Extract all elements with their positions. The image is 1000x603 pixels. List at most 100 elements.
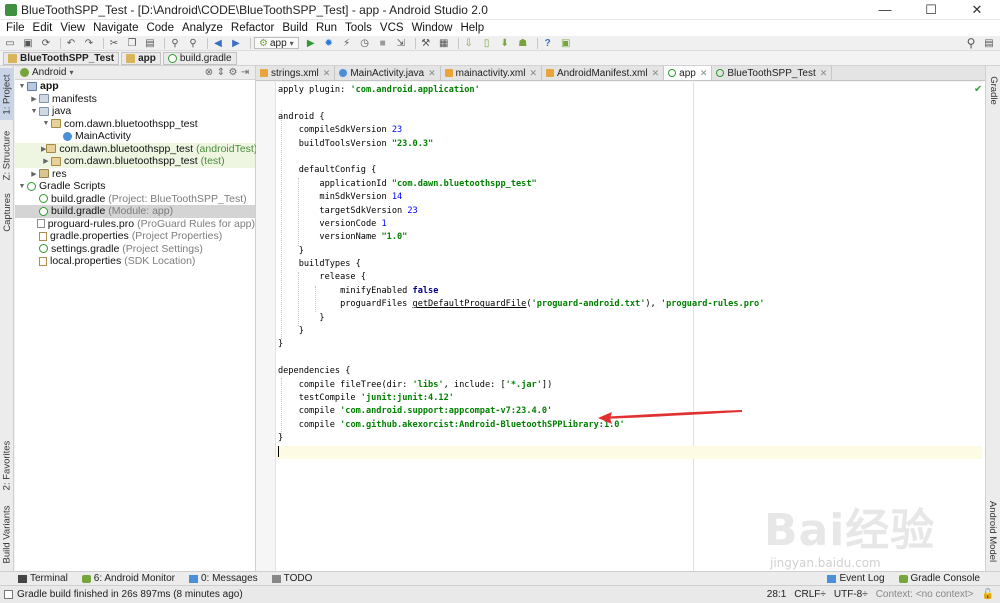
code-content[interactable]: apply plugin: 'com.android.application' … <box>276 84 982 459</box>
cut-icon[interactable]: ✂ <box>107 37 121 49</box>
menu-item-code[interactable]: Code <box>142 22 178 34</box>
run-icon[interactable]: ▶ <box>304 37 318 49</box>
layout-icon[interactable]: ▦ <box>437 37 451 49</box>
collapsed-arrow-icon[interactable]: ▶ <box>41 157 51 165</box>
redo-icon[interactable]: ↷ <box>82 37 96 49</box>
replace-icon[interactable]: ⚲ <box>186 37 200 49</box>
tool-tab-messages[interactable]: 0: Messages <box>188 573 258 584</box>
menu-item-tools[interactable]: Tools <box>341 22 376 34</box>
tool-tab-todo[interactable]: TODO <box>271 573 312 584</box>
profile-icon[interactable]: ◷ <box>358 37 372 49</box>
editor-tab[interactable]: mainactivity.xml ✕ <box>440 66 542 80</box>
tool-tab-android-model[interactable]: Android Model <box>986 496 1000 566</box>
menu-item-vcs[interactable]: VCS <box>376 22 408 34</box>
close-icon[interactable]: ✕ <box>428 68 436 79</box>
code-line[interactable] <box>278 151 982 164</box>
editor-tab[interactable]: BlueToothSPP_Test ✕ <box>712 66 833 80</box>
code-line[interactable]: targetSdkVersion 23 <box>278 205 982 218</box>
close-icon[interactable]: ✕ <box>820 68 828 79</box>
close-icon[interactable]: ✕ <box>529 68 537 79</box>
menu-item-analyze[interactable]: Analyze <box>178 22 227 34</box>
close-icon[interactable]: ✕ <box>652 68 660 79</box>
debug-icon[interactable]: ✹ <box>322 37 336 49</box>
tool-tab-structure[interactable]: Z: Structure <box>0 126 14 184</box>
lock-icon[interactable]: 🔓 <box>982 589 994 600</box>
project-structure-icon[interactable]: ⚒ <box>419 37 433 49</box>
code-line[interactable]: } <box>278 338 982 351</box>
gradle-sync-icon[interactable]: ⇩ <box>462 37 476 49</box>
menu-item-window[interactable]: Window <box>408 22 457 34</box>
tree-item[interactable]: settings.gradle (Project Settings) <box>15 243 255 256</box>
avd-manager-icon[interactable]: ▯ <box>480 37 494 49</box>
tree-item[interactable]: build.gradle (Module: app) <box>15 205 255 218</box>
attach-debugger-icon[interactable]: ⚡ <box>340 37 354 49</box>
tree-item[interactable]: ▶ manifests <box>15 93 255 106</box>
close-button[interactable]: ✕ <box>954 0 1000 20</box>
tree-item[interactable]: proguard-rules.pro (ProGuard Rules for ap… <box>15 218 255 231</box>
maximize-button[interactable]: ☐ <box>908 0 954 20</box>
expanded-arrow-icon[interactable]: ▼ <box>41 120 51 127</box>
search-everywhere-icon[interactable]: ⚲ <box>964 36 978 50</box>
tool-tab-captures[interactable]: Captures <box>0 190 14 234</box>
code-line[interactable]: } <box>278 432 982 445</box>
code-line[interactable]: android { <box>278 111 982 124</box>
undo-icon[interactable]: ↶ <box>64 37 78 49</box>
tool-tab-project[interactable]: 1: Project <box>0 68 14 120</box>
editor-tab[interactable]: app ✕ <box>664 66 713 80</box>
code-line[interactable]: buildToolsVersion "23.0.3" <box>278 138 982 151</box>
code-line[interactable]: defaultConfig { <box>278 164 982 177</box>
code-line[interactable] <box>278 97 982 110</box>
apply-changes-icon[interactable]: ⇲ <box>394 37 408 49</box>
tree-item[interactable]: build.gradle (Project: BlueToothSPP_Test) <box>15 193 255 206</box>
expanded-arrow-icon[interactable]: ▼ <box>17 183 27 190</box>
expanded-arrow-icon[interactable]: ▼ <box>17 83 27 90</box>
menu-item-edit[interactable]: Edit <box>29 22 57 34</box>
status-message[interactable]: Gradle build finished in 26s 897ms (8 mi… <box>17 589 243 600</box>
gear-icon[interactable]: ⚙ <box>227 67 239 78</box>
code-line[interactable]: compileSdkVersion 23 <box>278 124 982 137</box>
menu-item-file[interactable]: File <box>2 22 29 34</box>
tool-tab-android-monitor[interactable]: 6: Android Monitor <box>81 573 175 584</box>
file-encoding[interactable]: UTF-8÷ <box>834 589 868 600</box>
hide-panel-icon[interactable]: ⇥ <box>239 67 251 78</box>
android-device-monitor-icon[interactable]: ☗ <box>516 37 530 49</box>
code-line[interactable]: release { <box>278 271 982 284</box>
tree-item[interactable]: ▼ Gradle Scripts <box>15 180 255 193</box>
tool-tab-event-log[interactable]: Event Log <box>827 573 885 584</box>
code-line[interactable]: minifyEnabled false <box>278 285 982 298</box>
editor-tab[interactable]: MainActivity.java ✕ <box>335 66 441 80</box>
code-line[interactable]: applicationId "com.dawn.bluetoothspp_tes… <box>278 178 982 191</box>
run-configuration-select[interactable]: ⚙ app ▾ <box>254 37 299 49</box>
open-icon[interactable]: ▭ <box>3 37 17 49</box>
collapse-all-icon[interactable]: ⇕ <box>215 67 227 78</box>
code-line[interactable]: apply plugin: 'com.android.application' <box>278 84 982 97</box>
editor-gutter[interactable] <box>256 82 276 571</box>
paste-icon[interactable]: ▤ <box>143 37 157 49</box>
save-all-icon[interactable]: ▣ <box>21 37 35 49</box>
tree-item[interactable]: ▶ com.dawn.bluetoothspp_test (test) <box>15 155 255 168</box>
code-line[interactable]: } <box>278 325 982 338</box>
sync-icon[interactable]: ⟳ <box>39 37 53 49</box>
code-line[interactable] <box>276 445 982 459</box>
menu-item-navigate[interactable]: Navigate <box>89 22 142 34</box>
code-line[interactable]: } <box>278 312 982 325</box>
android-assistant-icon[interactable]: ▣ <box>559 37 573 49</box>
code-line[interactable]: } <box>278 245 982 258</box>
stop-icon[interactable]: ■ <box>376 37 390 49</box>
code-line[interactable]: testCompile 'junit:junit:4.12' <box>278 392 982 405</box>
tool-tab-gradle[interactable]: Gradle <box>986 70 1000 110</box>
close-icon[interactable]: ✕ <box>700 68 708 79</box>
code-line[interactable]: minSdkVersion 14 <box>278 191 982 204</box>
code-line[interactable] <box>278 352 982 365</box>
copy-icon[interactable]: ❐ <box>125 37 139 49</box>
collapsed-arrow-icon[interactable]: ▶ <box>29 170 39 178</box>
menu-item-run[interactable]: Run <box>312 22 341 34</box>
tree-item[interactable]: ▼ app <box>15 80 255 93</box>
forward-icon[interactable]: ▶ <box>229 37 243 49</box>
tool-tab-terminal[interactable]: Terminal <box>18 573 68 584</box>
editor-tab[interactable]: strings.xml ✕ <box>256 66 336 80</box>
tree-item[interactable]: ▼ java <box>15 105 255 118</box>
caret-position[interactable]: 28:1 <box>767 589 786 600</box>
help-icon[interactable]: ? <box>541 37 555 49</box>
sdk-manager-icon[interactable]: ⬇ <box>498 37 512 49</box>
